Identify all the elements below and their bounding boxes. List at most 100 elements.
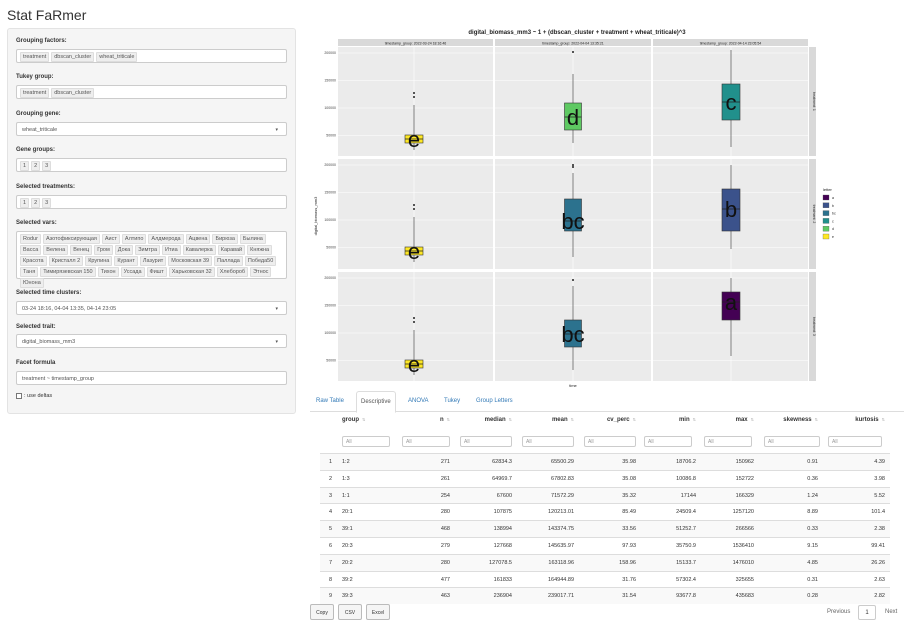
column-filter-input[interactable]: All — [522, 436, 574, 447]
column-filter-input[interactable]: All — [644, 436, 692, 447]
table-cell: 1536410 — [732, 543, 754, 549]
tab-raw-table[interactable]: Raw Table — [312, 391, 348, 411]
excel-button[interactable]: Excel — [366, 604, 390, 620]
column-header-skewness[interactable]: skewness ⇅ — [783, 417, 818, 423]
selected-treatments-input[interactable]: 123 — [16, 195, 287, 209]
tag[interactable]: Московская 39 — [168, 255, 213, 266]
column-filter-input[interactable]: All — [460, 436, 512, 447]
tag[interactable]: Тихон — [97, 266, 119, 277]
tag[interactable]: Юнона — [20, 277, 44, 288]
tag[interactable]: Княжна — [247, 244, 273, 255]
facet-formula-input[interactable]: treatment ~ timestamp_group — [16, 371, 287, 385]
tag[interactable]: Лазурит — [139, 255, 167, 266]
gene-groups-input[interactable]: 123 — [16, 158, 287, 172]
tag[interactable]: Тимирязевская 150 — [40, 266, 96, 277]
tag[interactable]: Итиа — [162, 244, 181, 255]
column-header-group[interactable]: group ⇅ — [342, 417, 365, 423]
tag[interactable]: Каравай — [217, 244, 246, 255]
tab-descriptive[interactable]: Descriptive — [356, 391, 396, 413]
tag[interactable]: Красота — [20, 255, 47, 266]
checkbox-box[interactable] — [16, 393, 22, 399]
column-header-min[interactable]: min ⇅ — [679, 417, 696, 423]
tag[interactable]: Кристалл 2 — [48, 255, 84, 266]
sort-icon[interactable]: ⇅ — [751, 417, 754, 422]
tag[interactable]: Победа50 — [244, 255, 277, 266]
sort-icon[interactable]: ⇅ — [509, 417, 512, 422]
sort-icon[interactable]: ⇅ — [362, 417, 365, 422]
tag[interactable]: 1 — [20, 160, 30, 171]
tag[interactable]: 3 — [42, 197, 52, 208]
tag[interactable]: Венец — [70, 244, 93, 255]
tag[interactable]: dbscan_cluster — [51, 51, 95, 62]
tag[interactable]: Гром — [94, 244, 113, 255]
column-header-median[interactable]: median ⇅ — [485, 417, 512, 423]
tag[interactable]: Азотофиксирующая — [42, 233, 100, 244]
column-filter-input[interactable]: All — [704, 436, 752, 447]
sort-icon[interactable]: ⇅ — [633, 417, 636, 422]
column-filter-input[interactable]: All — [342, 436, 390, 447]
tag[interactable]: Алтипо — [121, 233, 147, 244]
tag[interactable]: Этнос — [250, 266, 272, 277]
trait-select[interactable]: digital_biomass_mm3 ▾ — [16, 334, 287, 348]
grouping-gene-select[interactable]: wheat_triticale ▾ — [16, 122, 287, 136]
tab-group-letters[interactable]: Group Letters — [472, 391, 517, 411]
tag[interactable]: wheat_triticale — [96, 51, 138, 62]
tag[interactable]: Кавалерка — [182, 244, 216, 255]
sort-icon[interactable]: ⇅ — [447, 417, 450, 422]
column-filter-input[interactable]: All — [402, 436, 450, 447]
tag[interactable]: 2 — [31, 197, 41, 208]
tag[interactable]: treatment — [20, 51, 50, 62]
table-cell: 35750.9 — [676, 543, 696, 549]
tag[interactable]: Зимтра — [135, 244, 161, 255]
tag[interactable]: 2 — [31, 160, 41, 171]
column-header-kurtosis[interactable]: kurtosis ⇅ — [855, 417, 885, 423]
column-header-max[interactable]: max ⇅ — [736, 417, 754, 423]
grouping-factors-input[interactable]: treatment dbscan_cluster wheat_triticale — [16, 49, 287, 63]
tag[interactable]: Васса — [20, 244, 42, 255]
copy-button[interactable]: Copy — [310, 604, 334, 620]
next-page-button[interactable]: Next — [885, 604, 897, 620]
tag[interactable]: Rodur — [20, 233, 41, 244]
tag[interactable]: Велена — [43, 244, 69, 255]
sort-icon[interactable]: ⇅ — [882, 417, 885, 422]
tag[interactable]: Былина — [239, 233, 266, 244]
use-deltas-checkbox[interactable]: : use deltas — [16, 393, 52, 399]
tag[interactable]: treatment — [20, 87, 50, 98]
tag[interactable]: Алдмерода — [148, 233, 184, 244]
tag[interactable]: Курант — [114, 255, 138, 266]
sort-icon[interactable]: ⇅ — [693, 417, 696, 422]
tag[interactable]: Таня — [20, 266, 39, 277]
tag[interactable]: Хлебороб — [216, 266, 249, 277]
tag[interactable]: Уссада — [120, 266, 145, 277]
tag[interactable]: Харьковская 32 — [168, 266, 215, 277]
column-header-n[interactable]: n ⇅ — [440, 417, 450, 423]
sort-icon[interactable]: ⇅ — [571, 417, 574, 422]
tag[interactable]: Дока — [114, 244, 134, 255]
previous-page-button[interactable]: Previous — [827, 604, 850, 620]
tag[interactable]: dbscan_cluster — [51, 87, 95, 98]
tag[interactable]: Бирюза — [212, 233, 238, 244]
tab-tukey[interactable]: Tukey — [440, 391, 464, 411]
tag[interactable]: 3 — [42, 160, 52, 171]
y-tick-label: 100000 — [324, 218, 336, 222]
sort-icon[interactable]: ⇅ — [815, 417, 818, 422]
y-tick-label: 200000 — [324, 163, 336, 167]
column-header-mean[interactable]: mean ⇅ — [552, 417, 574, 423]
column-filter-input[interactable]: All — [828, 436, 882, 447]
tag[interactable]: Крупина — [85, 255, 113, 266]
csv-button[interactable]: CSV — [338, 604, 362, 620]
column-header-cv_perc[interactable]: cv_perc ⇅ — [607, 417, 636, 423]
table-cell: 1476010 — [732, 559, 754, 566]
tag[interactable]: Ацвена — [185, 233, 211, 244]
tag[interactable]: Паллада — [214, 255, 243, 266]
time-clusters-input[interactable]: 03-24 18:16, 04-04 13:35, 04-14 23:05 ▾ — [16, 301, 287, 315]
current-page-button[interactable]: 1 — [858, 605, 876, 620]
tag[interactable]: Аист — [101, 233, 120, 244]
tab-anova[interactable]: ANOVA — [404, 391, 433, 411]
tag[interactable]: 1 — [20, 197, 30, 208]
tukey-group-input[interactable]: treatment dbscan_cluster — [16, 85, 287, 99]
column-filter-input[interactable]: All — [584, 436, 636, 447]
tag[interactable]: Фишт — [146, 266, 167, 277]
column-filter-input[interactable]: All — [764, 436, 820, 447]
selected-vars-input[interactable]: Rodur Азотофиксирующая Аист Алтипо Алдмерода… — [16, 231, 287, 288]
